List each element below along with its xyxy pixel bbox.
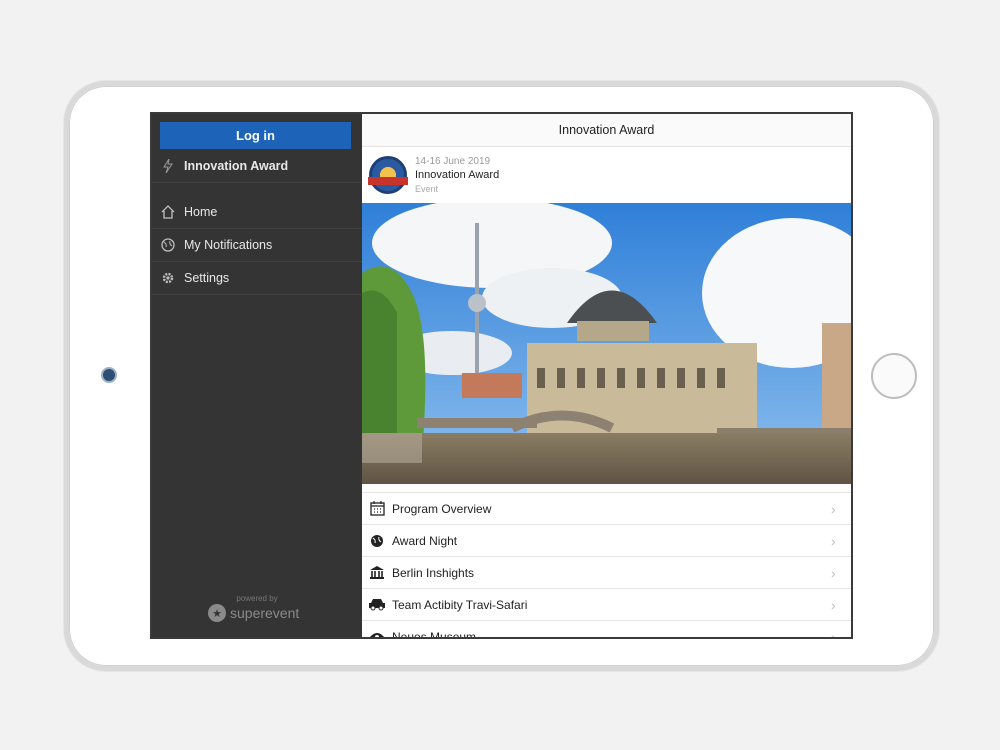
list-item-label: Team Actibity Travi-Safari xyxy=(392,597,528,612)
car-icon xyxy=(362,598,392,611)
list-item-label: Berlin Inshights xyxy=(392,565,475,580)
globe-icon xyxy=(152,238,184,252)
chevron-right-icon: › xyxy=(831,564,836,581)
sidebar-item-label: Settings xyxy=(184,271,230,285)
globe-icon xyxy=(362,534,392,548)
sidebar-item-event[interactable]: Innovation Award xyxy=(152,150,362,183)
sidebar-item-settings[interactable]: Settings xyxy=(152,262,362,295)
gear-icon xyxy=(152,271,184,285)
chevron-right-icon: › xyxy=(831,628,836,639)
menu-list: Program Overview › Award Night › Berlin … xyxy=(362,492,851,639)
sidebar-item-notifications[interactable]: My Notifications xyxy=(152,229,362,262)
star-icon: ★ xyxy=(208,604,226,622)
event-date: 14-16 June 2019 xyxy=(415,155,491,167)
chevron-right-icon: › xyxy=(831,596,836,613)
list-item-neues-museum[interactable]: Neues Museum › xyxy=(362,620,851,639)
museum-icon xyxy=(362,565,392,580)
event-type: Event xyxy=(415,183,439,194)
list-item-label: Award Night xyxy=(392,533,458,548)
sidebar-item-label: Home xyxy=(184,205,218,219)
event-card[interactable]: 14-16 June 2019 Innovation Award Event xyxy=(362,147,851,202)
sidebar-event-label: Innovation Award xyxy=(184,159,289,173)
eye-icon xyxy=(362,632,392,637)
sidebar-item-home[interactable]: Home xyxy=(152,196,362,229)
home-button[interactable] xyxy=(871,353,917,399)
list-item-berlin-insights[interactable]: Berlin Inshights › xyxy=(362,556,851,588)
list-item-label: Program Overview xyxy=(392,501,492,516)
list-item-team-activity[interactable]: Team Actibity Travi-Safari › xyxy=(362,588,851,620)
event-title: Innovation Award xyxy=(415,168,500,181)
list-item-label: Neues Museum xyxy=(392,629,477,639)
sidebar: Log in Innovation Award Home My Notifica… xyxy=(152,114,362,637)
app-screen: Log in Innovation Award Home My Notifica… xyxy=(150,112,853,639)
camera-icon xyxy=(103,369,115,381)
main-content: Innovation Award 14-16 June 2019 Innovat… xyxy=(362,114,851,637)
calendar-icon xyxy=(362,501,392,516)
award-badge-icon xyxy=(368,155,408,194)
chevron-right-icon: › xyxy=(831,532,836,549)
home-icon xyxy=(152,205,184,219)
lightning-icon xyxy=(152,159,184,173)
sidebar-item-label: My Notifications xyxy=(184,238,273,252)
powered-by-label: powered by xyxy=(236,594,278,603)
hero-image xyxy=(362,203,851,484)
list-item-program-overview[interactable]: Program Overview › xyxy=(362,492,851,524)
brand-name: superevent xyxy=(230,605,300,621)
login-button[interactable]: Log in xyxy=(160,122,351,149)
list-item-award-night[interactable]: Award Night › xyxy=(362,524,851,556)
page-title: Innovation Award xyxy=(362,114,851,147)
chevron-right-icon: › xyxy=(831,500,836,517)
brand-logo: ★ superevent xyxy=(208,604,299,622)
